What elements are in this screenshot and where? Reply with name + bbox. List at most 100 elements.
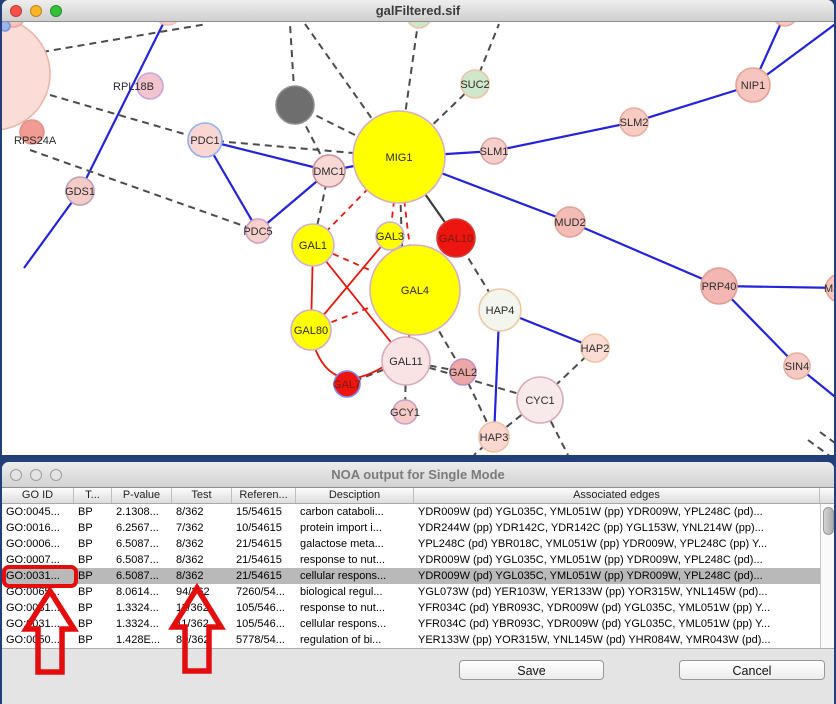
results-table: GO IDT...P-valueTestReferen...Desciption… [2,488,834,648]
column-header[interactable]: Test [172,488,232,503]
table-row[interactable]: GO:0065...BP8.0614...94/3627260/54...bio… [2,584,820,600]
column-header[interactable]: Referen... [232,488,296,503]
node-label: GCY1 [390,407,420,419]
graph-edge[interactable] [808,440,834,455]
node-label: SUC2 [460,79,489,91]
table-scrollbar[interactable] [820,504,834,648]
table-row[interactable]: GO:0007...BP6.5087...8/36221/54615respon… [2,552,820,568]
table-cell: 8/362 [172,504,232,520]
node-unlabeled[interactable] [155,22,181,25]
table-cell: 21/54615 [232,552,296,568]
node-label: GAL3 [376,231,404,243]
table-cell: 6.5087... [112,536,172,552]
table-cell: 105/546... [232,616,296,632]
table-cell: 1.3324... [112,600,172,616]
node-unlabeled[interactable] [2,22,10,31]
node-label: MUD2 [554,217,585,229]
node-unlabeled[interactable] [407,22,431,28]
graph-edge[interactable] [494,122,634,151]
annotation-box-goid [2,565,78,588]
table-cell: YDR009W (pd) YGL035C, YML051W (pp) YDR00… [414,504,820,520]
column-header[interactable]: P-value [112,488,172,503]
node-label: SIN4 [785,361,809,373]
close-button[interactable] [10,5,22,17]
node-label: NIP1 [741,80,765,92]
table-cell: protein import i... [296,520,414,536]
graph-edge[interactable] [570,222,719,286]
close-button-inactive[interactable] [10,469,22,481]
dialog-footer: Save Cancel [2,648,834,704]
save-button[interactable]: Save [459,660,604,680]
node-label: GAL4 [401,285,429,297]
network-window: galFiltered.sif RPL18BRPS24AGDS1PDC1PDC5… [2,0,834,455]
column-header[interactable]: Associated edges [414,488,820,503]
header-corner [820,488,834,503]
graph-edge[interactable] [50,95,205,140]
table-cell: BP [74,616,112,632]
table-row[interactable]: GO:0016...BP6.2567...7/36210/54615protei… [2,520,820,536]
table-cell: GO:0045... [2,504,74,520]
scrollbar-thumb[interactable] [823,507,834,535]
graph-edge[interactable] [80,22,168,191]
zoom-button[interactable] [50,5,62,17]
table-cell: GO:0031... [2,600,74,616]
table-body: GO:0045...BP2.1308...8/36215/54615carbon… [2,504,820,648]
node-unlabeled[interactable] [2,22,50,130]
table-cell: 2.1308... [112,504,172,520]
cancel-button[interactable]: Cancel [679,660,825,680]
table-cell: YFR034C (pd) YBR093C, YDR009W (pd) YGL03… [414,616,820,632]
network-canvas[interactable]: RPL18BRPS24AGDS1PDC1PDC5DMC1SUC2SLM1SLM2… [2,22,834,455]
table-cell: YGL073W (pd) YER103W, YER133W (pp) YOR31… [414,584,820,600]
table-cell: 1.428E... [112,632,172,648]
node-label: MS [824,283,834,295]
noa-output-window: NOA output for Single Mode GO IDT...P-va… [2,462,834,704]
table-cell: response to nut... [296,552,414,568]
table-cell: regulation of bi... [296,632,414,648]
node-label: GAL1 [299,240,327,252]
noa-window-titlebar[interactable]: NOA output for Single Mode [2,462,834,488]
graph-edge[interactable] [494,318,499,437]
table-cell: BP [74,568,112,584]
graph-edge[interactable] [42,24,207,52]
table-cell: YDR244W (pp) YDR142C, YDR142C (pp) YGL15… [414,520,820,536]
table-cell: 21/54615 [232,536,296,552]
column-header[interactable]: T... [74,488,112,503]
table-header-row: GO IDT...P-valueTestReferen...Desciption… [2,488,834,504]
node-label: GAL7 [333,379,361,391]
table-cell: 7/362 [172,520,232,536]
table-row[interactable]: GO:0006...BP6.5087...8/36221/54615galact… [2,536,820,552]
node-label: CYC1 [525,395,554,407]
table-row[interactable]: GO:0031...BP1.3324...11/362105/546...cel… [2,616,820,632]
graph-edge[interactable] [634,85,753,122]
table-cell: cellular respons... [296,568,414,584]
table-row[interactable]: GO:0045...BP2.1308...8/36215/54615carbon… [2,504,820,520]
table-cell: 15/54615 [232,504,296,520]
node-label: GAL80 [294,325,328,337]
table-row[interactable]: GO:0031...BP1.3324...11/362105/546...res… [2,600,820,616]
table-cell: 5778/54... [232,632,296,648]
column-header[interactable]: GO ID [2,488,74,503]
table-cell: carbon cataboli... [296,504,414,520]
table-cell: 8/362 [172,552,232,568]
table-cell: 6.5087... [112,568,172,584]
zoom-button-inactive[interactable] [50,469,62,481]
minimize-button-inactive[interactable] [30,469,42,481]
table-row[interactable]: GO:0050...BP1.428E...80/3625778/54...reg… [2,632,820,648]
minimize-button[interactable] [30,5,42,17]
table-cell: YDR009W (pd) YGL035C, YML051W (pp) YDR00… [414,552,820,568]
node-label: GAL2 [449,367,477,379]
table-row[interactable]: GO:0031...BP6.5087...8/36221/54615cellul… [2,568,820,584]
table-cell: YER133W (pp) YOR315W, YNL145W (pd) YHR08… [414,632,820,648]
table-cell: 8.0614... [112,584,172,600]
node-label: SLM2 [620,117,649,129]
node-unlabeled[interactable] [773,22,797,26]
table-cell: 6.5087... [112,552,172,568]
table-cell: YPL248C (pd) YBR018C, YML051W (pp) YDR00… [414,536,820,552]
table-cell: 6.2567... [112,520,172,536]
table-cell: 8/362 [172,568,232,584]
node-label: RPL18B [113,81,154,93]
network-graph: RPL18BRPS24AGDS1PDC1PDC5DMC1SUC2SLM1SLM2… [2,22,834,455]
node-unlabeled[interactable] [276,86,314,124]
column-header[interactable]: Desciption [296,488,414,503]
network-window-titlebar[interactable]: galFiltered.sif [2,0,834,22]
